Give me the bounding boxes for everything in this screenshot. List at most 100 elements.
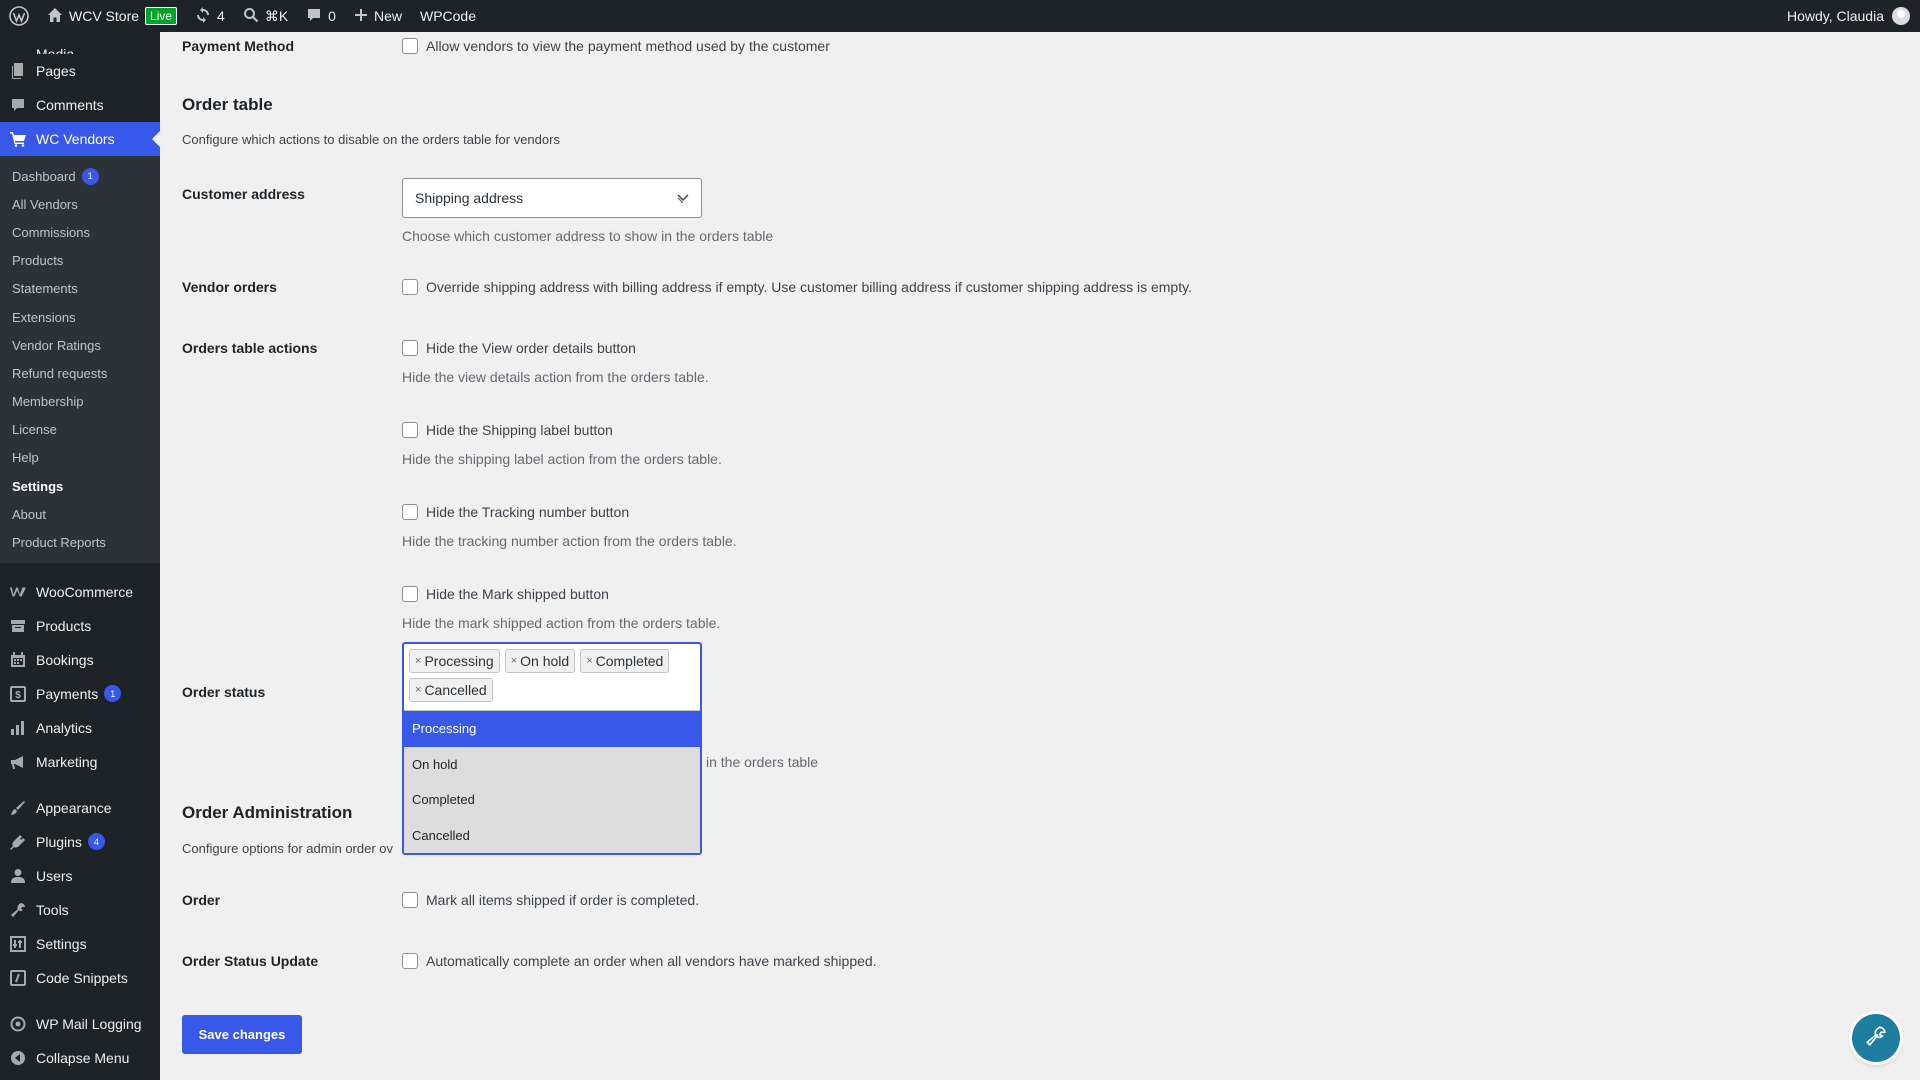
remove-chip-icon[interactable]: × xyxy=(415,684,421,696)
submenu-item-refund-requests[interactable]: Refund requests xyxy=(0,359,160,387)
vendor-orders-field: Override shipping address with billing a… xyxy=(402,279,1192,295)
submenu-item-product-reports[interactable]: Product Reports xyxy=(0,528,160,556)
submenu-item-label: Vendor Ratings xyxy=(12,337,101,353)
new-content-link[interactable]: New xyxy=(345,0,411,32)
option-processing[interactable]: Processing xyxy=(404,711,700,747)
order-administration-description: Configure options for admin order ov xyxy=(182,841,394,856)
comments-link[interactable]: 0 xyxy=(297,0,345,32)
svg-text:$: $ xyxy=(15,690,21,701)
hide-mark-shipped-checkbox[interactable] xyxy=(402,586,418,602)
submenu-item-all-vendors[interactable]: All Vendors xyxy=(0,190,160,218)
submenu-item-license[interactable]: License xyxy=(0,416,160,444)
sidebar-item-settings[interactable]: Settings xyxy=(0,927,160,961)
sidebar-item-pages[interactable]: Pages xyxy=(0,54,160,88)
sidebar-item-marketing[interactable]: Marketing xyxy=(0,745,160,779)
sidebar-item-plugins[interactable]: Plugins 4 xyxy=(0,825,160,859)
site-name-link[interactable]: WCV Store Live xyxy=(38,0,186,32)
hide-shipping-label-description: Hide the shipping label action from the … xyxy=(402,451,722,467)
sidebar-item-label: Tools xyxy=(36,901,69,918)
sidebar-item-analytics[interactable]: Analytics xyxy=(0,711,160,745)
brush-icon xyxy=(10,800,26,816)
my-account[interactable]: Howdy, Claudia xyxy=(1787,7,1920,25)
submenu-item-statements[interactable]: Statements xyxy=(0,275,160,303)
save-changes-button[interactable]: Save changes xyxy=(182,1015,302,1054)
sidebar-item-payments[interactable]: $ Payments 1 xyxy=(0,677,160,711)
vendor-orders-checkbox[interactable] xyxy=(402,279,418,295)
order-status-label: Order status xyxy=(182,684,266,700)
sidebar-item-users[interactable]: Users xyxy=(0,859,160,893)
sidebar-item-tools[interactable]: Tools xyxy=(0,893,160,927)
customer-address-selected: Shipping address xyxy=(415,190,524,206)
submenu-item-extensions[interactable]: Extensions xyxy=(0,303,160,331)
submenu-item-about[interactable]: About xyxy=(0,500,160,528)
sidebar-item-label: Users xyxy=(36,867,73,884)
sidebar-item-woocommerce[interactable]: WooCommerce xyxy=(0,575,160,609)
plugins-count-badge: 4 xyxy=(87,833,105,851)
sidebar-item-label: Bookings xyxy=(36,651,94,668)
submenu-item-commissions[interactable]: Commissions xyxy=(0,218,160,246)
sidebar-item-label: Collapse Menu xyxy=(36,1049,130,1066)
cart-icon xyxy=(10,131,26,147)
wpcode-link[interactable]: WPCode xyxy=(411,0,485,32)
remove-chip-icon[interactable]: × xyxy=(586,655,592,667)
wrench-icon xyxy=(1866,1025,1886,1051)
hide-shipping-label-checkbox[interactable] xyxy=(402,422,418,438)
help-button[interactable] xyxy=(1852,1014,1900,1062)
mark-all-shipped-checkbox[interactable] xyxy=(402,892,418,908)
sidebar-item-label: Comments xyxy=(36,97,104,113)
submenu-item-vendor-ratings[interactable]: Vendor Ratings xyxy=(0,331,160,359)
payment-method-checkbox-label: Allow vendors to view the payment method… xyxy=(426,38,830,54)
customer-address-select[interactable]: Shipping address xyxy=(402,178,702,218)
auto-complete-checkbox[interactable] xyxy=(402,953,418,969)
sidebar-item-media[interactable]: Media xyxy=(0,32,160,54)
submenu-item-settings[interactable]: Settings xyxy=(0,472,160,500)
sidebar-item-wp-mail-logging[interactable]: WP Mail Logging xyxy=(0,1007,160,1041)
chip-label: Processing xyxy=(424,653,494,669)
orders-table-actions-field: Hide the View order details button Hide … xyxy=(402,340,737,631)
chip-on-hold: × On hold xyxy=(504,649,576,673)
hide-tracking-number-checkbox[interactable] xyxy=(402,504,418,520)
settings-content: Payment Method Allow vendors to view the… xyxy=(160,32,1920,1080)
submenu-item-label: Product Reports xyxy=(12,535,106,551)
admin-sidebar: Media Pages Comments WC Vendors Dashboar… xyxy=(0,32,160,1080)
dashboard-count-badge: 1 xyxy=(81,167,99,185)
sidebar-item-label: WC Vendors xyxy=(36,131,115,147)
woocommerce-icon xyxy=(10,584,26,600)
submenu-item-label: Commissions xyxy=(12,224,91,240)
option-on-hold[interactable]: On hold xyxy=(404,746,700,782)
order-status-multiselect[interactable]: × Processing × On hold × Completed × Cancell… xyxy=(402,642,702,855)
megaphone-icon xyxy=(10,754,26,770)
payments-count-badge: 1 xyxy=(104,685,122,703)
plus-icon xyxy=(354,8,368,25)
checkbox-label: Hide the View order details button xyxy=(426,340,636,356)
sidebar-item-bookings[interactable]: Bookings xyxy=(0,643,160,677)
collapse-menu-button[interactable]: Collapse Menu xyxy=(0,1041,160,1075)
remove-chip-icon[interactable]: × xyxy=(511,655,517,667)
option-completed[interactable]: Completed xyxy=(404,782,700,818)
avatar xyxy=(1892,7,1910,25)
updates-link[interactable]: 4 xyxy=(186,0,234,32)
submenu-item-dashboard[interactable]: Dashboard 1 xyxy=(0,162,160,190)
sidebar-item-label: WP Mail Logging xyxy=(36,1015,142,1032)
order-administration-title: Order Administration xyxy=(182,803,353,822)
sidebar-item-products[interactable]: Products xyxy=(0,609,160,643)
command-palette-link[interactable]: ⌘K xyxy=(234,0,297,32)
remove-chip-icon[interactable]: × xyxy=(415,655,421,667)
sidebar-item-wc-vendors[interactable]: WC Vendors xyxy=(0,122,160,156)
payment-method-checkbox[interactable] xyxy=(402,38,418,54)
customer-address-row: Customer address Shipping address Choose… xyxy=(182,178,773,244)
submenu-item-help[interactable]: Help xyxy=(0,444,160,472)
submenu-item-label: About xyxy=(12,506,46,522)
hide-view-order-details-checkbox[interactable] xyxy=(402,340,418,356)
submenu-item-label: Products xyxy=(12,253,64,269)
wpcode-label: WPCode xyxy=(419,8,477,24)
wordpress-logo-icon[interactable] xyxy=(0,0,38,32)
option-cancelled[interactable]: Cancelled xyxy=(404,817,700,853)
sidebar-item-appearance[interactable]: Appearance xyxy=(0,791,160,825)
hide-tracking-number-description: Hide the tracking number action from the… xyxy=(402,533,737,549)
submenu-item-products[interactable]: Products xyxy=(0,247,160,275)
sidebar-item-comments[interactable]: Comments xyxy=(0,88,160,122)
sidebar-item-code-snippets[interactable]: Code Snippets xyxy=(0,961,160,995)
order-status-options: Processing On hold Completed Cancelled xyxy=(404,710,700,853)
submenu-item-membership[interactable]: Membership xyxy=(0,388,160,416)
